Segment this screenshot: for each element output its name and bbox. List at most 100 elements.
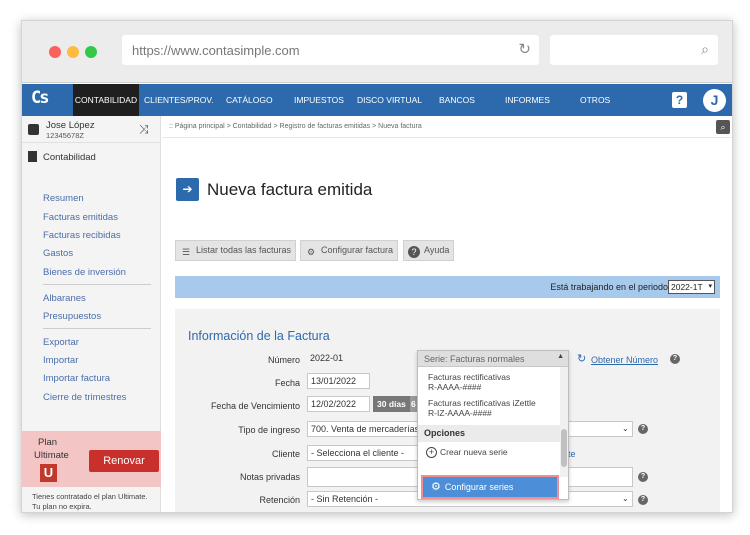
help-icon[interactable]: ?	[638, 472, 648, 482]
user-name[interactable]: Jose López	[46, 120, 95, 131]
nav-clientes-prov[interactable]: CLIENTES/PROV.	[144, 84, 214, 116]
contasimple-logo[interactable]: Cs	[31, 88, 61, 112]
plan-box: Plan Ultimate U Renovar	[22, 431, 161, 487]
list-invoices-button[interactable]: ☰ Listar todas las facturas	[175, 240, 297, 261]
configure-series-label: Configurar series	[444, 482, 514, 492]
sidebar-item-exportar[interactable]: Exportar	[43, 337, 79, 348]
serie-select-value: Serie: Facturas normales	[424, 354, 525, 364]
search-icon[interactable]: ⌕	[716, 120, 730, 134]
sidebar-item-albaranes[interactable]: Albaranes	[43, 293, 86, 304]
configure-series-option[interactable]: ⚙ Configurar series	[421, 475, 559, 499]
nav-catalogo[interactable]: CATÁLOGO	[226, 84, 273, 116]
invoice-icon: ➔	[176, 178, 199, 201]
dropdown-option-rectificativas[interactable]: Facturas rectificativas R-AAAA-####	[428, 372, 510, 392]
nav-impuestos[interactable]: IMPUESTOS	[294, 84, 344, 116]
nav-contabilidad[interactable]: CONTABILIDAD	[73, 84, 139, 116]
address-bar[interactable]: https://www.contasimple.com ↻	[122, 35, 539, 65]
option-code: R-AAAA-####	[428, 382, 482, 392]
plan-info-line: Tu plan no expira.	[32, 502, 92, 511]
page-title: Nueva factura emitida	[207, 180, 373, 199]
triangle-up-icon: ▲	[557, 353, 564, 360]
cliente-label: Cliente	[271, 449, 300, 459]
browser-toolbar: https://www.contasimple.com ↻ ⌕	[22, 21, 732, 83]
close-window-button[interactable]	[49, 46, 61, 58]
serie-select[interactable]: Serie: Facturas normales ▲	[418, 351, 568, 367]
obtener-numero-link[interactable]: Obtener Número	[591, 355, 658, 365]
sidebar-item-presupuestos[interactable]: Presupuestos	[43, 311, 101, 322]
sidebar-item-gastos[interactable]: Gastos	[43, 248, 73, 259]
user-id: 12345678Z	[46, 131, 84, 140]
configure-invoice-label: Configurar factura	[321, 245, 394, 255]
30-dias-button[interactable]: 30 días	[373, 396, 410, 412]
fecha-field[interactable]: 13/01/2022	[307, 373, 370, 389]
chevron-down-icon: ⌄	[622, 494, 629, 503]
dropdown-option-rectificativas-izettle[interactable]: Facturas rectificativas iZettle R-IZ-AAA…	[428, 398, 536, 418]
plan-info-line: Tienes contratado el plan Ultimate.	[32, 492, 148, 501]
cliente-select[interactable]: - Selecciona el cliente -	[307, 445, 419, 461]
plus-circle-icon: +	[426, 447, 437, 458]
gear-icon: ⚙	[306, 247, 316, 257]
sidebar-item-cierre-trimestres[interactable]: Cierre de trimestres	[43, 392, 126, 403]
help-button[interactable]: ? Ayuda	[403, 240, 455, 261]
sidebar-section-label: Contabilidad	[43, 152, 96, 163]
plan-name: Ultimate	[34, 450, 69, 461]
renew-button[interactable]: Renovar	[89, 450, 159, 472]
avatar[interactable]: J	[703, 89, 726, 112]
card-title: Información de la Factura	[188, 329, 330, 343]
configure-invoice-button[interactable]: ⚙ Configurar factura	[300, 240, 399, 261]
list-invoices-label: Listar todas las facturas	[196, 245, 292, 255]
period-bar: Está trabajando en el periodo 2022-1T ▾	[175, 276, 720, 298]
vencimiento-label: Fecha de Vencimiento	[210, 401, 300, 411]
nav-bancos[interactable]: BANCOS	[439, 84, 475, 116]
sidebar-item-resumen[interactable]: Resumen	[43, 193, 84, 204]
nav-otros[interactable]: OTROS	[580, 84, 610, 116]
sidebar-item-importar[interactable]: Importar	[43, 355, 78, 366]
reload-icon[interactable]: ↻	[518, 40, 531, 58]
help-label: Ayuda	[424, 245, 450, 255]
breadcrumb[interactable]: :: Página principal > Contabilidad > Reg…	[169, 123, 422, 130]
vencimiento-field[interactable]: 12/02/2022	[307, 396, 370, 412]
sidebar-item-bienes-inversion[interactable]: Bienes de inversión	[43, 267, 126, 278]
sidebar-divider	[43, 284, 151, 285]
chevron-down-icon: ▾	[708, 283, 712, 290]
notas-label: Notas privadas	[239, 472, 300, 482]
dropdown-section-opciones: Opciones	[418, 425, 560, 442]
minimize-window-button[interactable]	[67, 46, 79, 58]
dropdown-scrollbar[interactable]	[560, 367, 568, 477]
sidebar-item-facturas-recibidas[interactable]: Facturas recibidas	[43, 230, 121, 241]
search-icon: ⌕	[701, 41, 709, 57]
sidebar-item-facturas-emitidas[interactable]: Facturas emitidas	[43, 212, 118, 223]
browser-window: https://www.contasimple.com ↻ ⌕ Cs CONTA…	[21, 20, 733, 513]
tipo-ingreso-label: Tipo de ingreso	[238, 425, 300, 435]
url-text: https://www.contasimple.com	[132, 43, 300, 58]
help-icon[interactable]: ?	[672, 92, 687, 108]
help-icon[interactable]: ?	[670, 354, 680, 364]
gear-icon: ⚙	[431, 481, 441, 493]
nav-informes[interactable]: INFORMES	[505, 84, 550, 116]
create-serie-option[interactable]: + Crear nueva serie	[426, 447, 508, 458]
serie-dropdown[interactable]: Serie: Facturas normales ▲ Facturas rect…	[417, 350, 569, 500]
sidebar-item-importar-factura[interactable]: Importar factura	[43, 373, 110, 384]
cliente-link-tail[interactable]: te	[568, 449, 576, 459]
help-icon[interactable]: ?	[638, 424, 648, 434]
browser-search-field[interactable]: ⌕	[550, 35, 718, 65]
refresh-icon[interactable]: ↻	[577, 352, 586, 365]
numero-field[interactable]: 2022-01	[307, 351, 417, 367]
retencion-label: Retención	[259, 495, 300, 505]
period-select[interactable]: 2022-1T ▾	[668, 280, 715, 294]
option-title: Facturas rectificativas iZettle	[428, 398, 536, 408]
period-text: Está trabajando en el periodo	[550, 282, 668, 292]
scrollbar-thumb[interactable]	[561, 429, 567, 467]
help-icon: ?	[408, 246, 420, 258]
help-icon[interactable]: ?	[638, 495, 648, 505]
sidebar-section-contabilidad: Contabilidad	[28, 151, 96, 163]
list-icon: ☰	[181, 247, 191, 257]
option-code: R-IZ-AAAA-####	[428, 408, 492, 418]
plan-label: Plan	[38, 437, 58, 448]
nav-disco-virtual[interactable]: DISCO VIRTUAL	[357, 84, 422, 116]
maximize-window-button[interactable]	[85, 46, 97, 58]
breadcrumb-row: :: Página principal > Contabilidad > Reg…	[162, 116, 732, 138]
switch-company-icon[interactable]: ⤨	[139, 122, 149, 137]
numero-label: Número	[267, 355, 300, 365]
sidebar: Jose López 12345678Z ⤨ Contabilidad Resu…	[22, 116, 161, 512]
